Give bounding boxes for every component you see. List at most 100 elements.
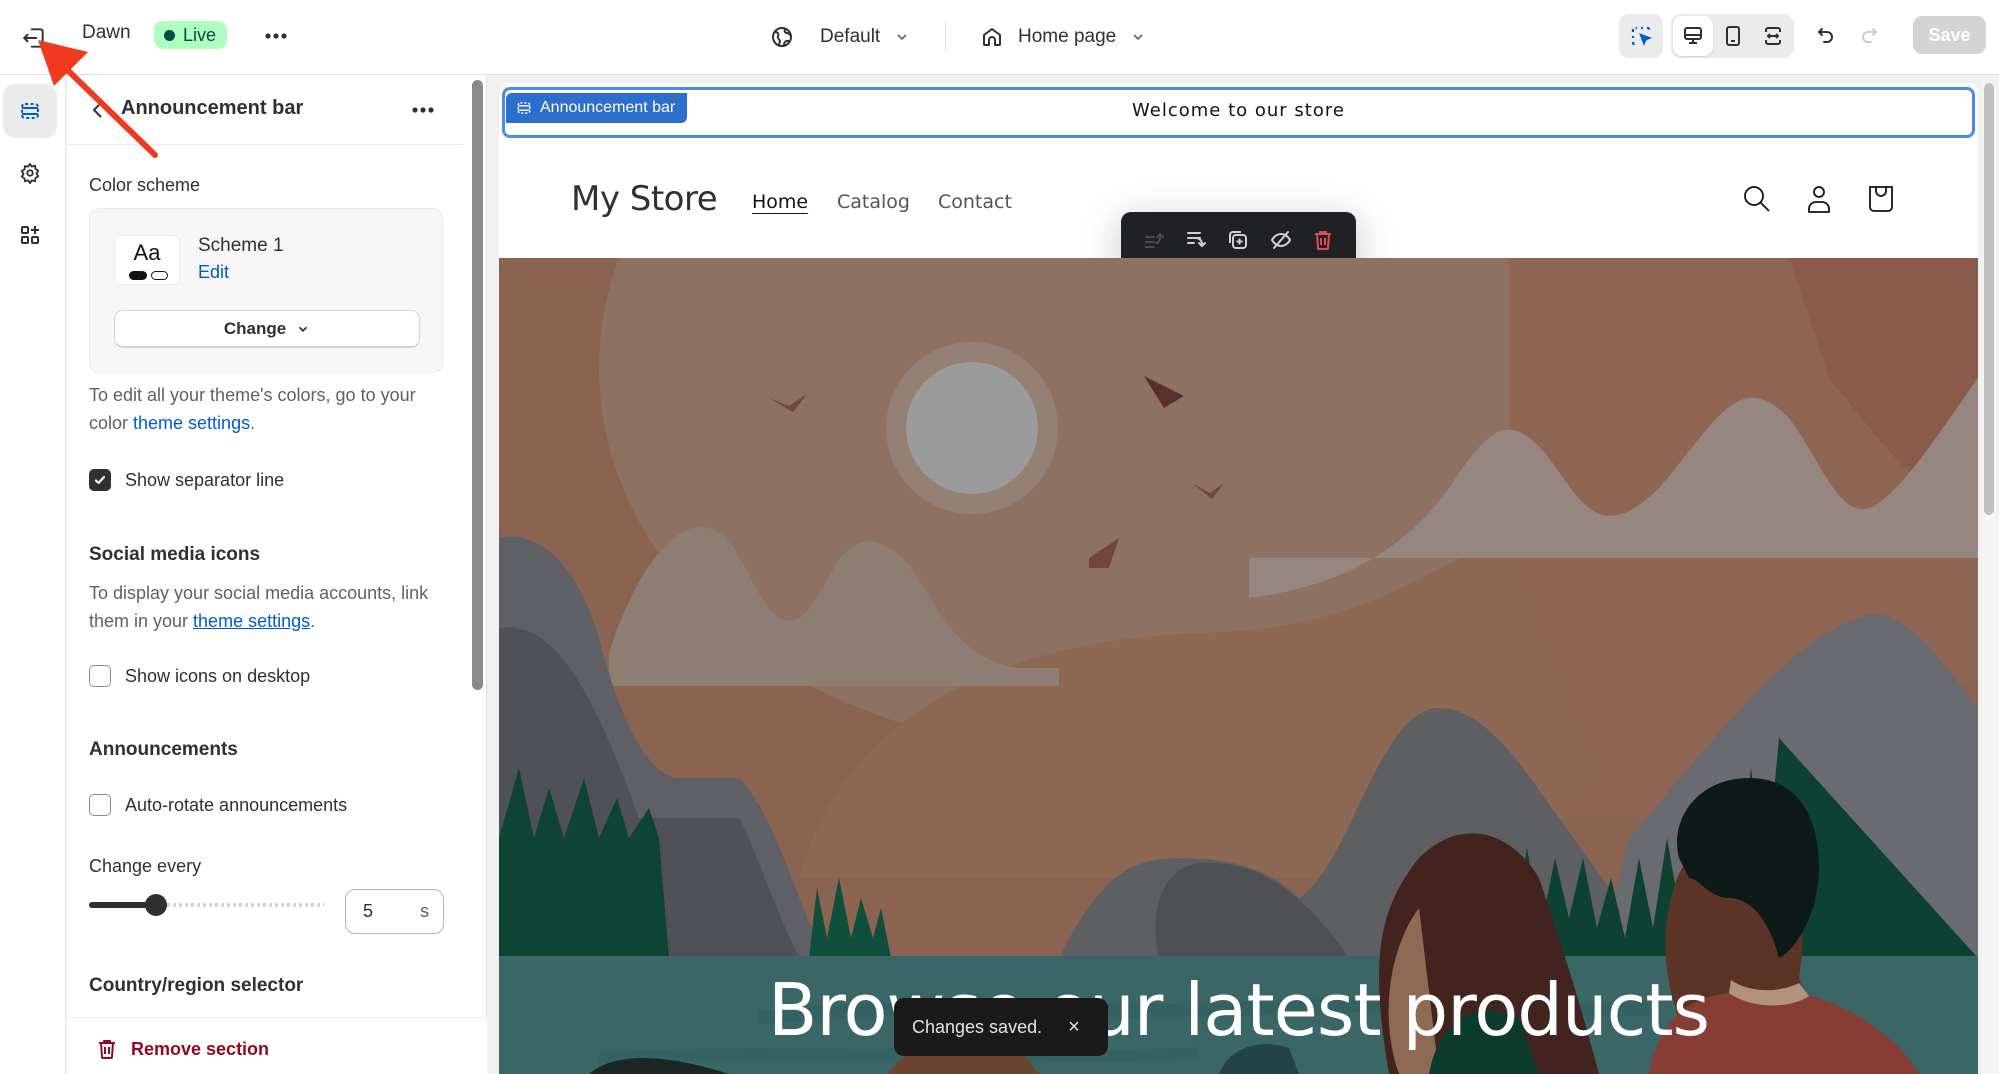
- section-actions-button[interactable]: [411, 93, 447, 127]
- inspector-toggle-button[interactable]: [1619, 14, 1663, 58]
- sections-icon: [19, 100, 41, 122]
- chevron-down-icon: [894, 29, 910, 45]
- account-button[interactable]: [1799, 179, 1839, 219]
- sidebar-item-app-embeds[interactable]: [3, 208, 57, 262]
- undo-icon: [1815, 25, 1837, 47]
- status-badge-label: Live: [183, 24, 217, 45]
- color-scheme-card: Aa Scheme 1 Edit Change: [89, 208, 443, 373]
- change-scheme-button[interactable]: Change: [114, 310, 420, 348]
- nav-link-contact[interactable]: Contact: [938, 191, 1012, 213]
- hide-section-button[interactable]: [1263, 222, 1299, 258]
- nav-link-home[interactable]: Home: [752, 191, 808, 213]
- page-selector-label: Home page: [1018, 26, 1117, 47]
- apps-add-icon: [19, 224, 41, 246]
- toast-close-button[interactable]: ×: [1068, 1016, 1080, 1039]
- market-selector[interactable]: Default: [770, 18, 910, 56]
- hero-title: Browse our latest products: [768, 968, 1710, 1052]
- full-width-preview-button[interactable]: [1753, 16, 1793, 56]
- sections-icon: [516, 100, 532, 116]
- color-help-text: To edit all your theme's colors, go to y…: [89, 381, 449, 437]
- close-icon: ×: [1068, 1015, 1080, 1038]
- panel-footer: Remove section: [67, 1017, 487, 1074]
- exit-icon: [21, 25, 47, 51]
- device-preview-group: [1671, 14, 1794, 58]
- sidebar-rail: [0, 75, 66, 1074]
- sidebar-item-sections[interactable]: [3, 84, 57, 138]
- remove-section-button[interactable]: Remove section: [97, 1038, 269, 1060]
- chevron-down-icon: [1130, 29, 1146, 45]
- gear-icon: [19, 162, 41, 184]
- more-horizontal-icon: [411, 93, 447, 127]
- change-every-unit: s: [420, 901, 429, 921]
- storefront-preview: Welcome to our store Announcement bar My…: [499, 83, 1978, 1074]
- redo-button[interactable]: [1850, 17, 1888, 55]
- hero-banner[interactable]: Browse our latest products: [499, 258, 1978, 1074]
- swatch-secondary-button: [151, 271, 168, 280]
- separator-line-label: Show separator line: [125, 469, 285, 490]
- color-scheme-swatch: Aa: [114, 235, 180, 285]
- slider-thumb[interactable]: [145, 894, 167, 916]
- separator-line-checkbox-row[interactable]: Show separator line: [89, 469, 284, 491]
- desktop-preview-button[interactable]: [1673, 16, 1713, 56]
- section-settings-panel: Announcement bar Color scheme Aa Scheme …: [67, 75, 487, 1074]
- cart-button[interactable]: [1861, 179, 1901, 219]
- selected-section-tag: Announcement bar: [506, 93, 688, 123]
- auto-rotate-checkbox[interactable]: [89, 794, 111, 816]
- announcement-text: Welcome to our store: [1132, 100, 1345, 121]
- delete-section-button[interactable]: [1305, 222, 1341, 258]
- change-every-input[interactable]: 5 s: [345, 889, 444, 934]
- duplicate-button[interactable]: [1220, 222, 1256, 258]
- change-every-slider[interactable]: [89, 892, 324, 918]
- undo-button[interactable]: [1807, 17, 1845, 55]
- mobile-preview-button[interactable]: [1713, 16, 1753, 56]
- chevron-down-icon: [296, 322, 310, 336]
- change-every-label: Change every: [89, 856, 202, 876]
- auto-rotate-row[interactable]: Auto-rotate announcements: [89, 794, 347, 816]
- account-icon: [1804, 184, 1834, 214]
- panel-title: Announcement bar: [121, 97, 304, 119]
- exit-button[interactable]: [14, 18, 54, 58]
- color-help-suffix: .: [250, 413, 256, 433]
- panel-scrollbar[interactable]: [472, 80, 483, 690]
- theme-settings-link[interactable]: theme settings: [133, 413, 250, 433]
- show-icons-desktop-label: Show icons on desktop: [125, 665, 311, 686]
- desktop-icon: [1682, 25, 1704, 47]
- theme-actions-button[interactable]: [258, 18, 294, 54]
- show-icons-desktop-row[interactable]: Show icons on desktop: [89, 665, 310, 687]
- separator-line-checkbox[interactable]: [89, 469, 111, 491]
- back-button[interactable]: [85, 97, 111, 123]
- hide-icon: [1270, 229, 1292, 251]
- status-dot-icon: [164, 29, 175, 41]
- change-every-value: 5: [363, 901, 374, 921]
- swatch-primary-button: [129, 271, 147, 280]
- mobile-icon: [1722, 25, 1744, 47]
- market-selector-label: Default: [820, 26, 881, 47]
- social-media-heading: Social media icons: [89, 544, 261, 565]
- sidebar-item-theme-settings[interactable]: [3, 146, 57, 200]
- color-scheme-name: Scheme 1: [198, 235, 284, 256]
- move-up-button[interactable]: [1136, 222, 1172, 258]
- preview-scrollbar[interactable]: [1984, 83, 1994, 515]
- inspector-icon: [1629, 24, 1653, 48]
- announcements-heading: Announcements: [89, 739, 238, 760]
- full-width-icon: [1762, 25, 1784, 47]
- search-button[interactable]: [1737, 179, 1777, 219]
- hero-illustration: [499, 258, 1978, 1074]
- move-down-button[interactable]: [1178, 222, 1214, 258]
- store-header[interactable]: My Store Home Catalog Contact: [499, 141, 1978, 267]
- announcement-bar-section[interactable]: Welcome to our store Announcement bar: [502, 87, 1975, 138]
- more-horizontal-icon: [264, 32, 288, 40]
- nav-link-catalog[interactable]: Catalog: [837, 191, 910, 213]
- live-status-badge: Live: [154, 21, 228, 49]
- cart-icon: [1866, 184, 1896, 214]
- country-selector-heading: Country/region selector: [89, 975, 304, 996]
- show-icons-desktop-checkbox[interactable]: [89, 665, 111, 687]
- moon: [906, 362, 1038, 494]
- edit-scheme-link[interactable]: Edit: [198, 262, 229, 283]
- toolbar-divider: [945, 22, 946, 52]
- store-logo[interactable]: My Store: [571, 179, 718, 219]
- search-icon: [1742, 184, 1772, 214]
- save-button[interactable]: Save: [1913, 16, 1986, 54]
- page-selector[interactable]: Home page: [980, 18, 1146, 56]
- social-theme-settings-link[interactable]: theme settings: [193, 611, 310, 631]
